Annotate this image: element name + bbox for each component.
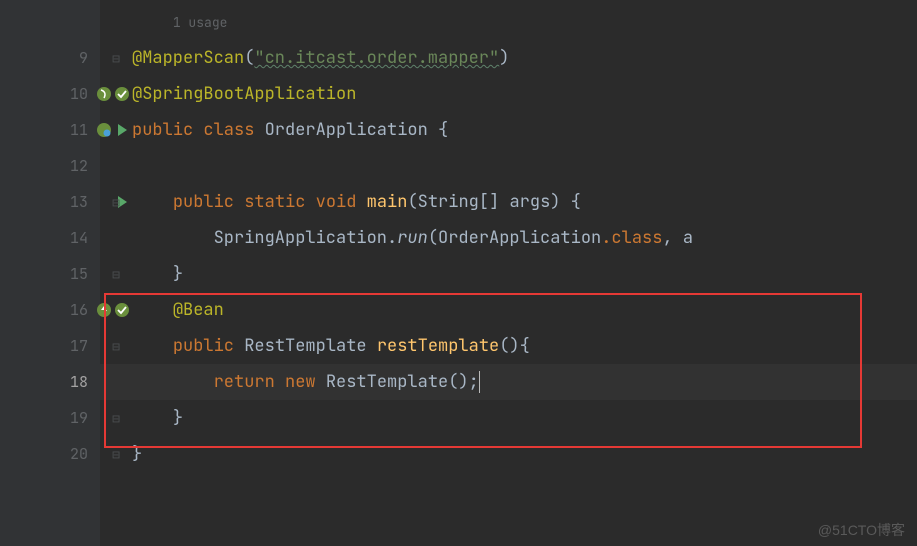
method-name: main: [367, 191, 408, 213]
fold-icon[interactable]: ⊟: [100, 338, 132, 355]
fold-icon[interactable]: ⊟: [100, 446, 132, 463]
gutter-row: 16: [0, 292, 100, 328]
line-number: 12: [70, 156, 88, 176]
line-number: 10: [70, 84, 88, 104]
method-call: run: [397, 227, 428, 249]
gutter-row: [0, 4, 100, 40]
annotation: @Bean: [173, 299, 224, 321]
gutter-row: 18: [0, 364, 100, 400]
fold-icon[interactable]: ⊟: [100, 410, 132, 427]
fold-icon[interactable]: ⊟: [100, 266, 132, 283]
gutter-row: 12: [0, 148, 100, 184]
line-number: 17: [70, 336, 88, 356]
gutter-row: 14: [0, 220, 100, 256]
code-area[interactable]: 1 usage ⊟@MapperScan("cn.itcast.order.ma…: [100, 0, 917, 546]
current-line: return new RestTemplate();: [100, 364, 917, 400]
line-number: 15: [70, 264, 88, 284]
gutter-row: 17: [0, 328, 100, 364]
line-number: 19: [70, 408, 88, 428]
fold-icon[interactable]: ⊟: [100, 50, 132, 67]
gutter-row: 15: [0, 256, 100, 292]
gutter-row: 20: [0, 436, 100, 472]
line-number: 18: [70, 372, 88, 392]
line-number: 13: [70, 192, 88, 212]
gutter-row: 9: [0, 40, 100, 76]
usage-hint[interactable]: 1 usage: [173, 14, 228, 31]
gutter-row: 10: [0, 76, 100, 112]
annotation: @MapperScan: [132, 47, 244, 69]
gutter: 9 10 11 12 13 14: [0, 0, 100, 546]
line-number: 20: [70, 444, 88, 464]
line-number: 16: [70, 300, 88, 320]
text-caret: [479, 371, 480, 393]
gutter-row: 11: [0, 112, 100, 148]
line-number: 9: [79, 48, 88, 68]
method-name: restTemplate: [377, 335, 499, 357]
annotation: @SpringBootApplication: [132, 83, 356, 105]
fold-icon[interactable]: ⊟: [100, 194, 132, 211]
code-editor[interactable]: 9 10 11 12 13 14: [0, 0, 917, 546]
line-number: 11: [70, 120, 88, 140]
line-number: 14: [70, 228, 88, 248]
gutter-row: 13: [0, 184, 100, 220]
gutter-row: 19: [0, 400, 100, 436]
watermark: @51CTO博客: [818, 520, 905, 540]
string-literal: "cn.itcast.order.mapper": [254, 47, 499, 69]
class-name: OrderApplication: [265, 119, 428, 141]
